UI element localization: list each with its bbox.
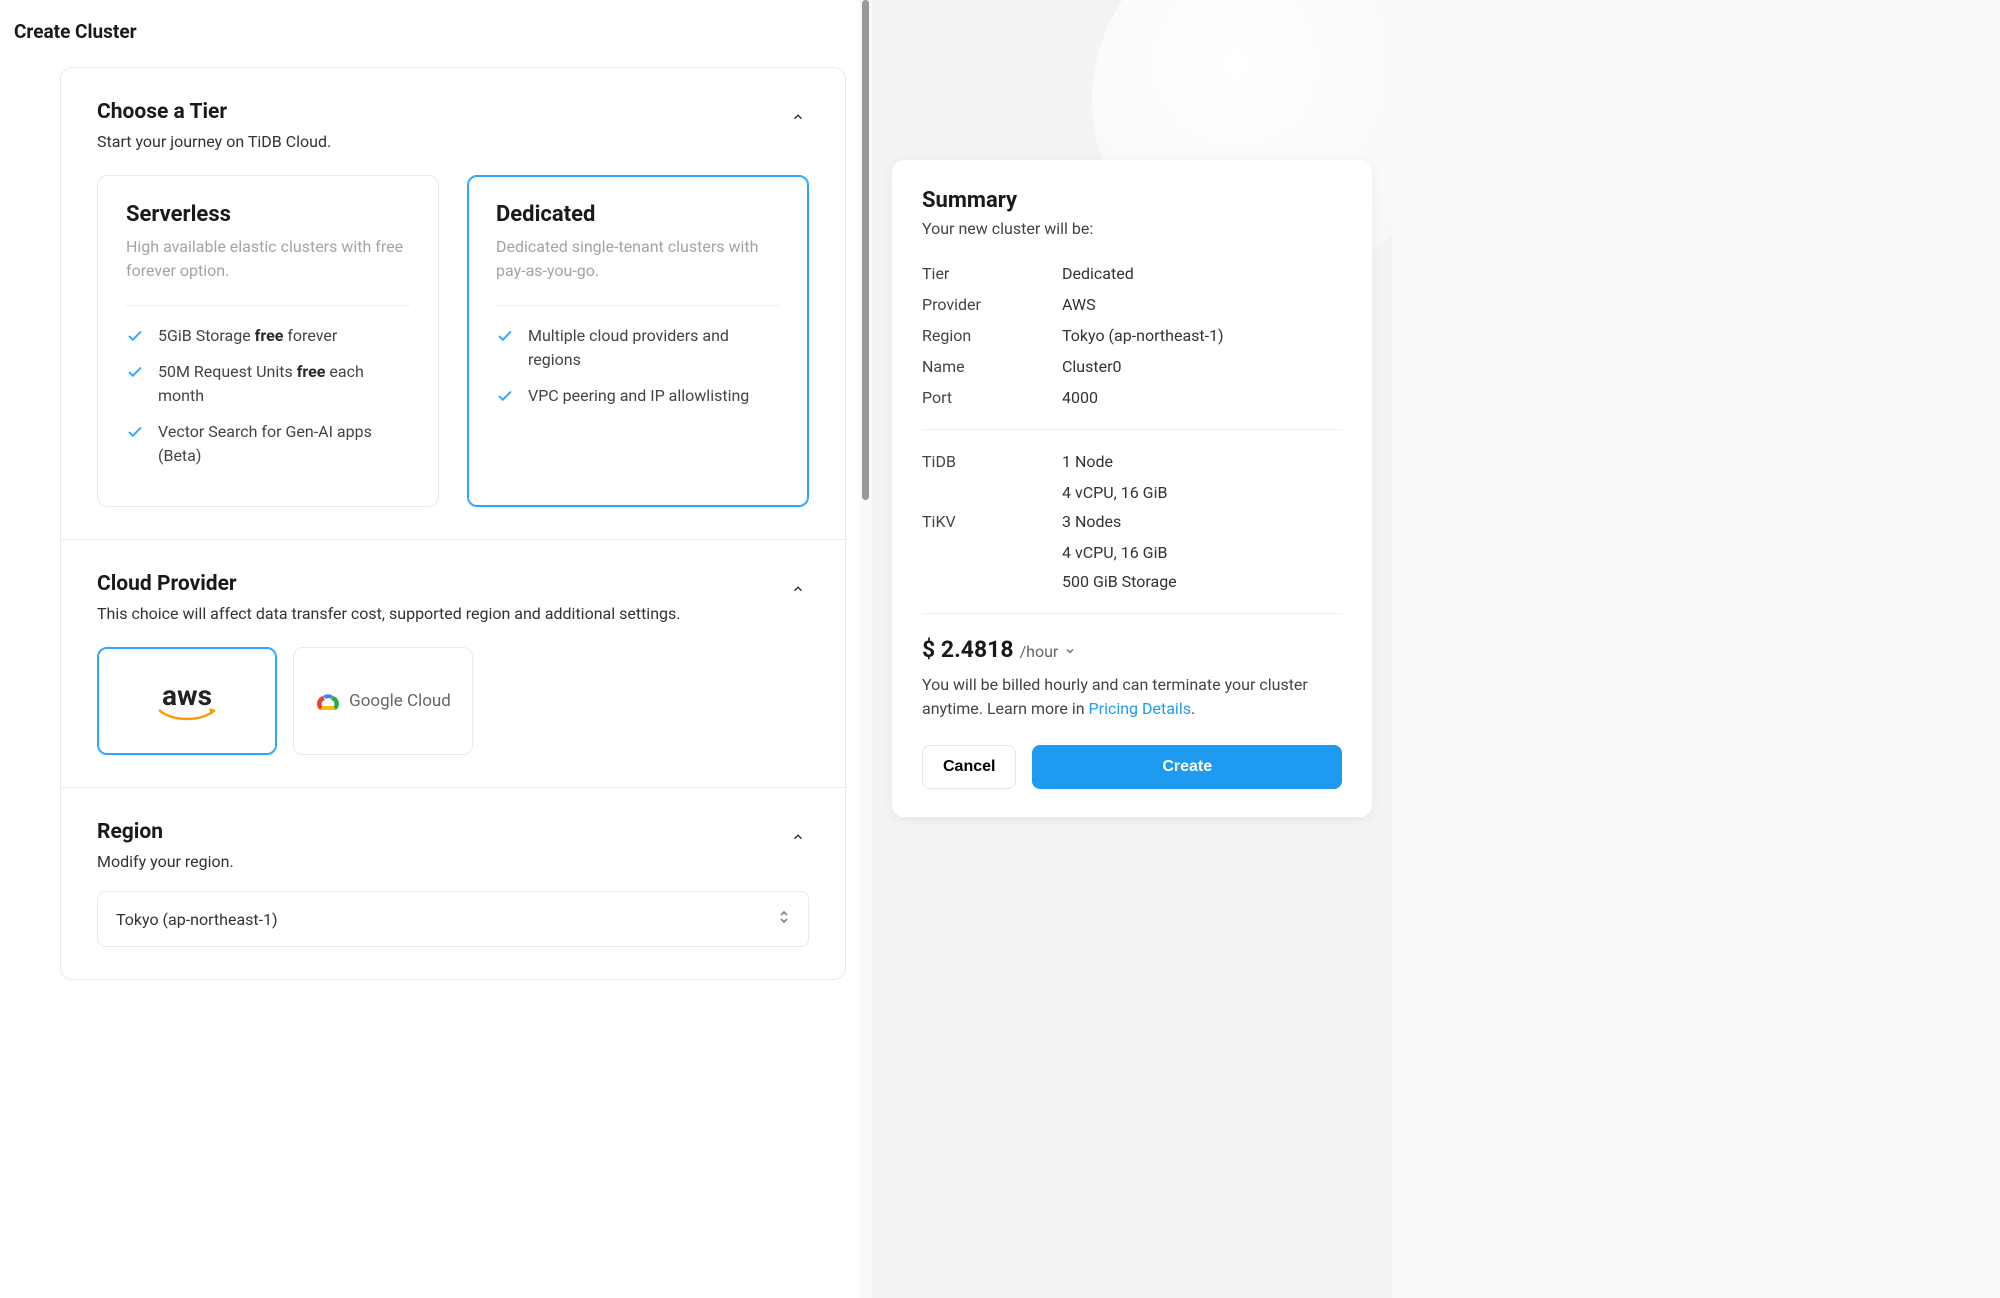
tier-option-serverless[interactable]: Serverless High available elastic cluste…	[97, 175, 439, 507]
summary-title: Summary	[922, 188, 1342, 213]
provider-heading: Cloud Provider	[97, 572, 680, 596]
chevron-up-icon[interactable]	[787, 826, 809, 848]
summary-row-region: RegionTokyo (ap-northeast-1)	[922, 326, 1342, 345]
tier-feature: Multiple cloud providers and regions	[496, 324, 780, 372]
region-selected-value: Tokyo (ap-northeast-1)	[116, 910, 278, 929]
provider-option-google-cloud[interactable]: Google Cloud	[293, 647, 473, 755]
chevron-up-icon[interactable]	[787, 578, 809, 600]
check-icon	[496, 387, 514, 405]
scrollbar-thumb[interactable]	[862, 0, 869, 500]
price-amount: $ 2.4818	[922, 636, 1014, 663]
tier-feature: Vector Search for Gen-AI apps (Beta)	[126, 420, 410, 468]
summary-tikv-spec: 4 vCPU, 16 GiB	[922, 543, 1342, 562]
tier-heading: Choose a Tier	[97, 100, 331, 124]
tier-feature: 50M Request Units free each month	[126, 360, 410, 408]
summary-row-port: Port4000	[922, 388, 1342, 407]
create-button[interactable]: Create	[1032, 745, 1342, 789]
provider-subheading: This choice will affect data transfer co…	[97, 604, 680, 623]
summary-tidb-spec: 4 vCPU, 16 GiB	[922, 483, 1342, 502]
summary-row-provider: ProviderAWS	[922, 295, 1342, 314]
pricing-details-link[interactable]: Pricing Details	[1089, 699, 1191, 718]
google-cloud-logo-icon: Google Cloud	[315, 690, 451, 712]
chevron-up-icon[interactable]	[787, 106, 809, 128]
summary-row-tier: TierDedicated	[922, 264, 1342, 283]
check-icon	[126, 423, 144, 441]
select-chevrons-icon	[778, 908, 790, 930]
summary-row-tidb: TiDB1 Node	[922, 452, 1342, 471]
region-subheading: Modify your region.	[97, 852, 234, 871]
tier-description: High available elastic clusters with fre…	[126, 235, 410, 283]
page-title: Create Cluster	[0, 20, 860, 67]
summary-panel: Summary Your new cluster will be: TierDe…	[892, 160, 1372, 817]
tier-name: Dedicated	[496, 202, 780, 227]
scrollbar[interactable]	[860, 0, 872, 1298]
provider-option-aws[interactable]: aws	[97, 647, 277, 755]
check-icon	[126, 363, 144, 381]
region-select[interactable]: Tokyo (ap-northeast-1)	[97, 891, 809, 947]
form-card: Choose a Tier Start your journey on TiDB…	[60, 67, 846, 980]
check-icon	[126, 327, 144, 345]
billing-note: You will be billed hourly and can termin…	[922, 673, 1342, 721]
chevron-down-icon	[1064, 643, 1076, 661]
summary-row-tikv: TiKV3 Nodes	[922, 512, 1342, 531]
price-row[interactable]: $ 2.4818 /hour	[922, 636, 1342, 663]
aws-logo-icon: aws	[157, 679, 217, 724]
region-heading: Region	[97, 820, 234, 844]
region-section: Region Modify your region. Tokyo (ap-nor…	[61, 788, 845, 979]
check-icon	[496, 327, 514, 345]
tier-section: Choose a Tier Start your journey on TiDB…	[61, 68, 845, 540]
tier-feature: VPC peering and IP allowlisting	[496, 384, 780, 408]
tier-feature: 5GiB Storage free forever	[126, 324, 410, 348]
summary-sub: Your new cluster will be:	[922, 219, 1342, 238]
summary-row-name: NameCluster0	[922, 357, 1342, 376]
tier-description: Dedicated single-tenant clusters with pa…	[496, 235, 780, 283]
tier-option-dedicated[interactable]: Dedicated Dedicated single-tenant cluste…	[467, 175, 809, 507]
tier-name: Serverless	[126, 202, 410, 227]
provider-section: Cloud Provider This choice will affect d…	[61, 540, 845, 788]
summary-tikv-storage: 500 GiB Storage	[922, 572, 1342, 591]
tier-subheading: Start your journey on TiDB Cloud.	[97, 132, 331, 151]
price-unit: /hour	[1020, 642, 1059, 661]
cancel-button[interactable]: Cancel	[922, 745, 1016, 789]
